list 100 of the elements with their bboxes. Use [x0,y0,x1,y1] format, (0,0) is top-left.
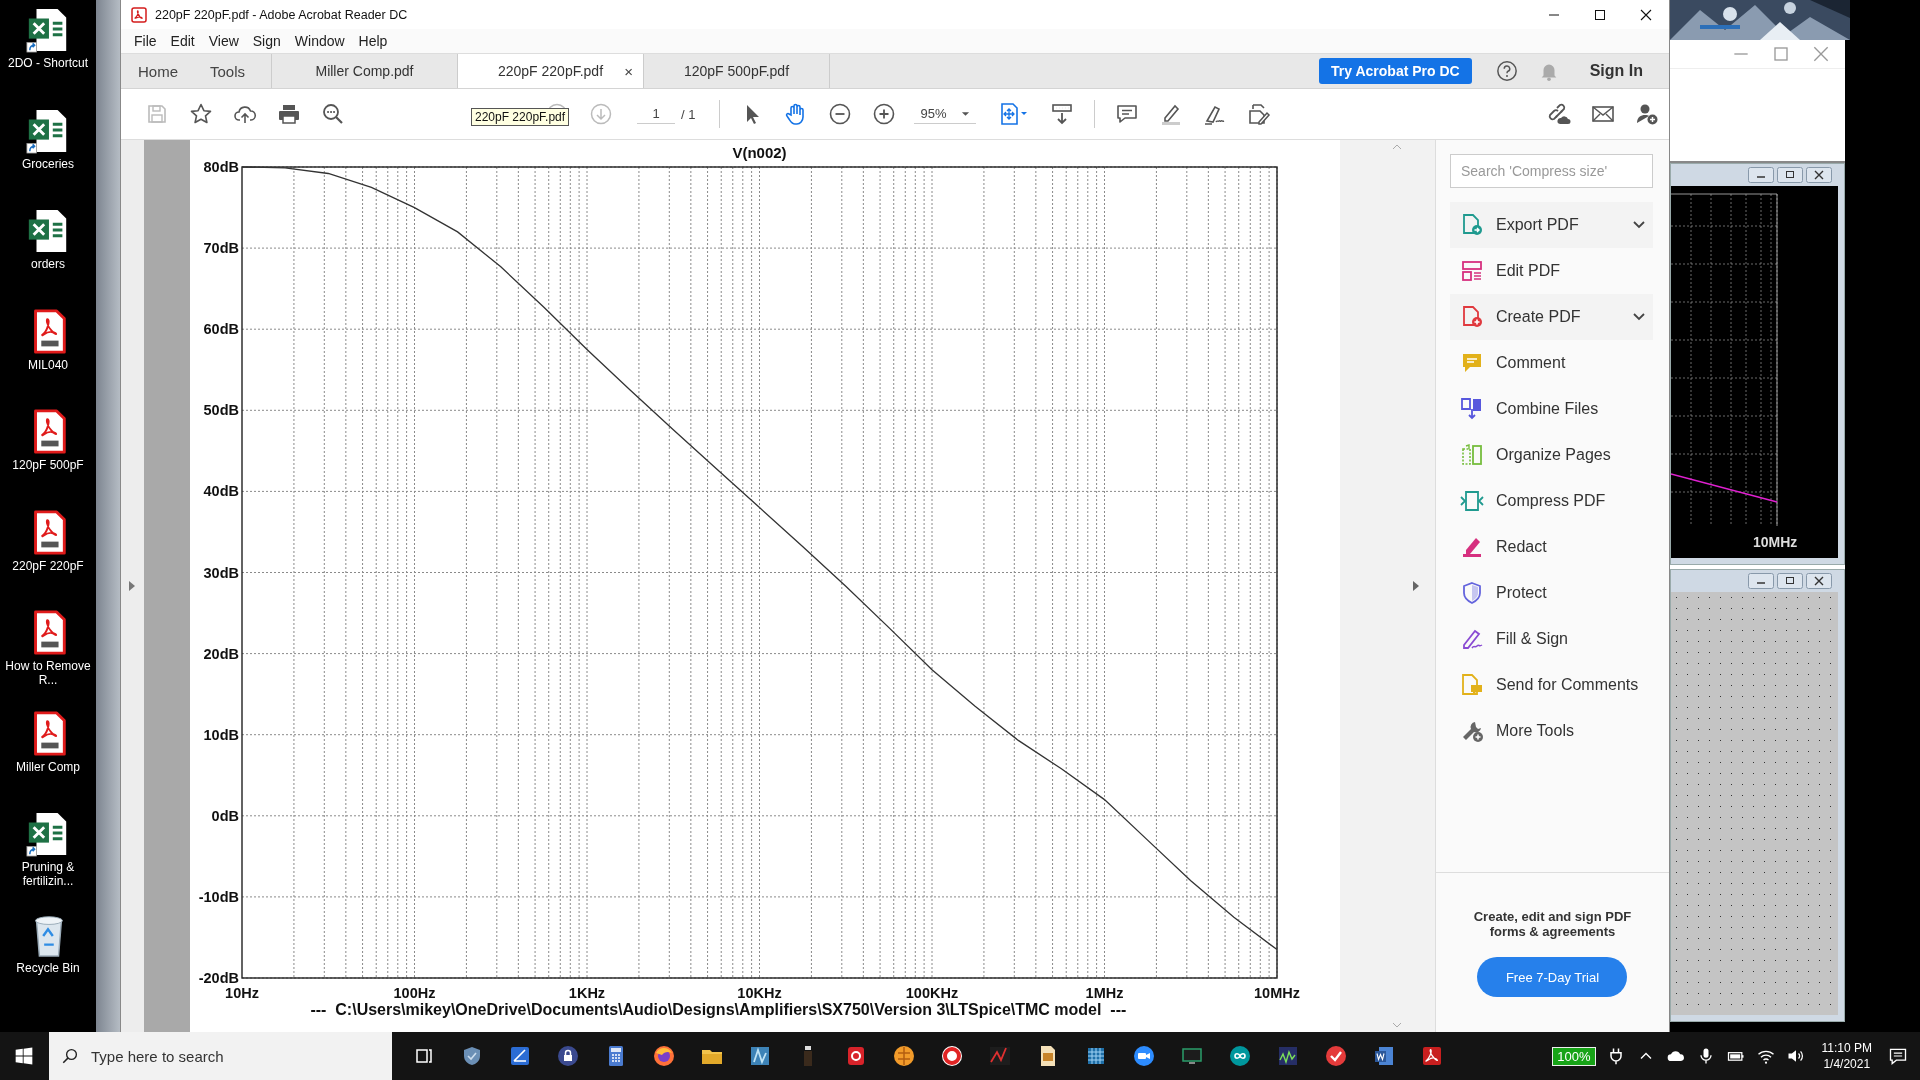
x-tick-label: 10Hz [225,985,260,1000]
tool-item[interactable]: Combine Files [1450,386,1653,432]
y-tick-label: 60dB [203,321,240,338]
zoom-in-icon[interactable] [872,102,897,126]
desktop-icon-label: MIL040 [28,357,68,372]
search-icon [61,1047,79,1065]
x-tick-label: 10MHz [1254,985,1301,1000]
x-tick-label: 10KHz [737,985,783,1000]
tab-label: 120pF 500pF.pdf [683,63,790,79]
page-total: / 1 [681,106,696,122]
tool-item[interactable]: Compress PDF [1450,478,1653,524]
desktop-icon-label: 2DO - Shortcut [8,56,88,70]
tooltip: 220pF 220pF.pdf [471,108,570,126]
tab-label: 220pF 220pF.pdf [497,63,604,79]
zoom-dropdown[interactable]: 95% [914,104,976,124]
window-title: 220pF 220pF.pdf - Adobe Acrobat Reader DC [155,7,408,22]
desktop-icon-label: Recycle Bin [16,960,80,975]
pdf-app-icon [131,6,147,23]
document-arrow-icon [1460,213,1484,237]
menu-item[interactable]: Help [351,33,395,49]
axis-label: 10MHz [1753,534,1799,550]
print-icon[interactable] [277,102,301,126]
caret-icon [960,110,970,117]
minimize-icon[interactable] [1748,573,1774,589]
tool-item[interactable]: Organize Pages [1450,432,1653,478]
y-tick-label: 40dB [203,483,240,500]
star-icon[interactable] [189,102,213,126]
layout-icon [1460,259,1484,283]
promo-text: Create, edit and sign PDF forms & agreements [1472,909,1633,939]
y-tick-label: -10dB [199,888,240,905]
zoom-out-icon[interactable] [828,102,853,126]
y-tick-label: -20dB [199,970,240,986]
tool-item[interactable]: Redact [1450,524,1653,570]
close-icon[interactable] [1806,573,1832,589]
menu-item[interactable]: Window [287,33,352,49]
taskbar-search-field[interactable]: Type here to search [49,1032,392,1080]
close-tab-button[interactable]: × [624,62,633,80]
edit-document-icon[interactable] [1246,102,1271,126]
x-tick-label: 1MHz [1086,985,1124,1000]
pen-icon [1460,627,1484,651]
desktop-icon-label: 220pF 220pF [12,558,84,573]
chart-title: V(n002) [732,144,787,161]
y-tick-label: 80dB [203,159,240,175]
comment-icon[interactable] [1114,102,1139,126]
compress-icon [1460,489,1484,513]
restore-icon[interactable] [1777,167,1803,183]
page-number-field[interactable]: 1 [637,104,675,124]
document-plus-icon [1460,305,1484,329]
chevron-down-icon[interactable] [1633,221,1645,229]
documents-arrow-icon [1460,397,1484,421]
search-icon[interactable] [321,102,345,126]
document-tab[interactable]: 220pF 220pF.pdf × [458,54,644,88]
tool-item[interactable]: Create PDF [1450,294,1653,340]
menu-item[interactable]: Edit [163,33,202,49]
nav-tab[interactable]: Home [121,54,193,88]
windows-start-icon[interactable] [14,1046,34,1066]
tool-item[interactable]: Export PDF [1450,202,1653,248]
sign-in-link[interactable]: Sign In [1589,62,1643,80]
pages-icon [1460,443,1484,467]
tool-item[interactable]: Send for Comments [1450,662,1653,708]
menu-item[interactable]: Sign [245,33,288,49]
clock-time[interactable]: 11:10 PM [1821,1040,1872,1056]
minimize-icon[interactable] [1748,167,1774,183]
x-tick-label: 1KHz [569,985,606,1000]
link-cloud-icon[interactable] [1547,102,1571,126]
y-tick-label: 30dB [203,564,240,581]
x-tick-label: 100KHz [906,985,959,1000]
document-comment-icon [1460,673,1484,697]
desktop-icon-label: Pruning & fertilizin... [20,860,76,888]
tool-item[interactable]: Comment [1450,340,1653,386]
tool-item[interactable]: Fill & Sign [1450,616,1653,662]
shield-icon [1460,581,1484,605]
desktop-icon-label: How to Remove R... [4,659,92,687]
y-tick-label: 70dB [203,240,240,257]
y-tick-label: 20dB [203,645,240,662]
tool-search-field[interactable]: Search 'Compress size' [1450,154,1653,188]
document-tab[interactable]: 120pF 500pF.pdf [644,54,830,88]
clock-date[interactable]: 1/4/2021 [1823,1056,1871,1072]
close-icon[interactable] [1806,167,1832,183]
free-trial-button[interactable]: Free 7-Day Trial [1477,957,1628,997]
nav-tab[interactable]: Tools [193,54,261,88]
y-tick-label: 10dB [203,726,240,743]
menu-item[interactable]: View [201,33,246,49]
scroll-mode-icon[interactable] [1049,102,1074,126]
x-tick-label: 100Hz [393,985,436,1000]
tool-item[interactable]: More Tools [1450,708,1653,754]
tool-item[interactable]: Edit PDF [1450,248,1653,294]
try-pro-button[interactable]: Try Acrobat Pro DC [1319,58,1472,84]
tool-item[interactable]: Protect [1450,570,1653,616]
help-icon[interactable] [1495,60,1518,82]
collapse-arrow-icon[interactable] [1412,580,1421,592]
desktop-icon-label: 120pF 500pF [12,458,84,472]
menu-item[interactable]: File [127,33,164,49]
chevron-down-icon[interactable] [1633,313,1645,321]
marker-icon [1460,535,1484,559]
desktop-icon-label: Miller Comp [16,759,80,774]
add-user-icon[interactable] [1635,102,1659,126]
restore-icon[interactable] [1777,573,1803,589]
expand-arrow-icon[interactable] [128,580,137,592]
zoom-value: 95% [920,106,947,121]
